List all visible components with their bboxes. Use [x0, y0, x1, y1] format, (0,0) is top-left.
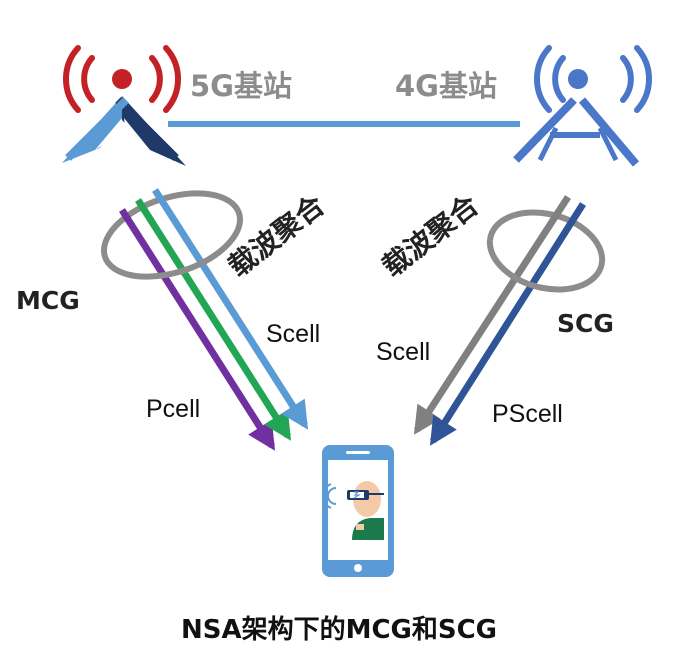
scg-label: SCG — [557, 309, 614, 338]
5g-tower-icon — [62, 45, 186, 166]
scg-carrier-aggregation-label: 载波聚合 — [376, 188, 485, 284]
diagram-title: NSA架构下的MCG和SCG — [181, 614, 497, 645]
scg-scell-label: Scell — [376, 338, 430, 366]
mcg-scell-label: Scell — [266, 320, 320, 348]
5g-station-label: 5G基站 — [190, 69, 292, 103]
4g-tower-icon — [513, 45, 652, 167]
mcg-label: MCG — [16, 286, 80, 315]
4g-station-label: 4G基站 — [395, 69, 497, 103]
scg-pscell-label: PScell — [492, 400, 563, 428]
mcg-pcell-label: Pcell — [146, 395, 200, 423]
nsa-diagram: 5G基站 4G基站 载波聚合 载波聚合 MCG SCG Pcell Scell … — [16, 45, 652, 645]
